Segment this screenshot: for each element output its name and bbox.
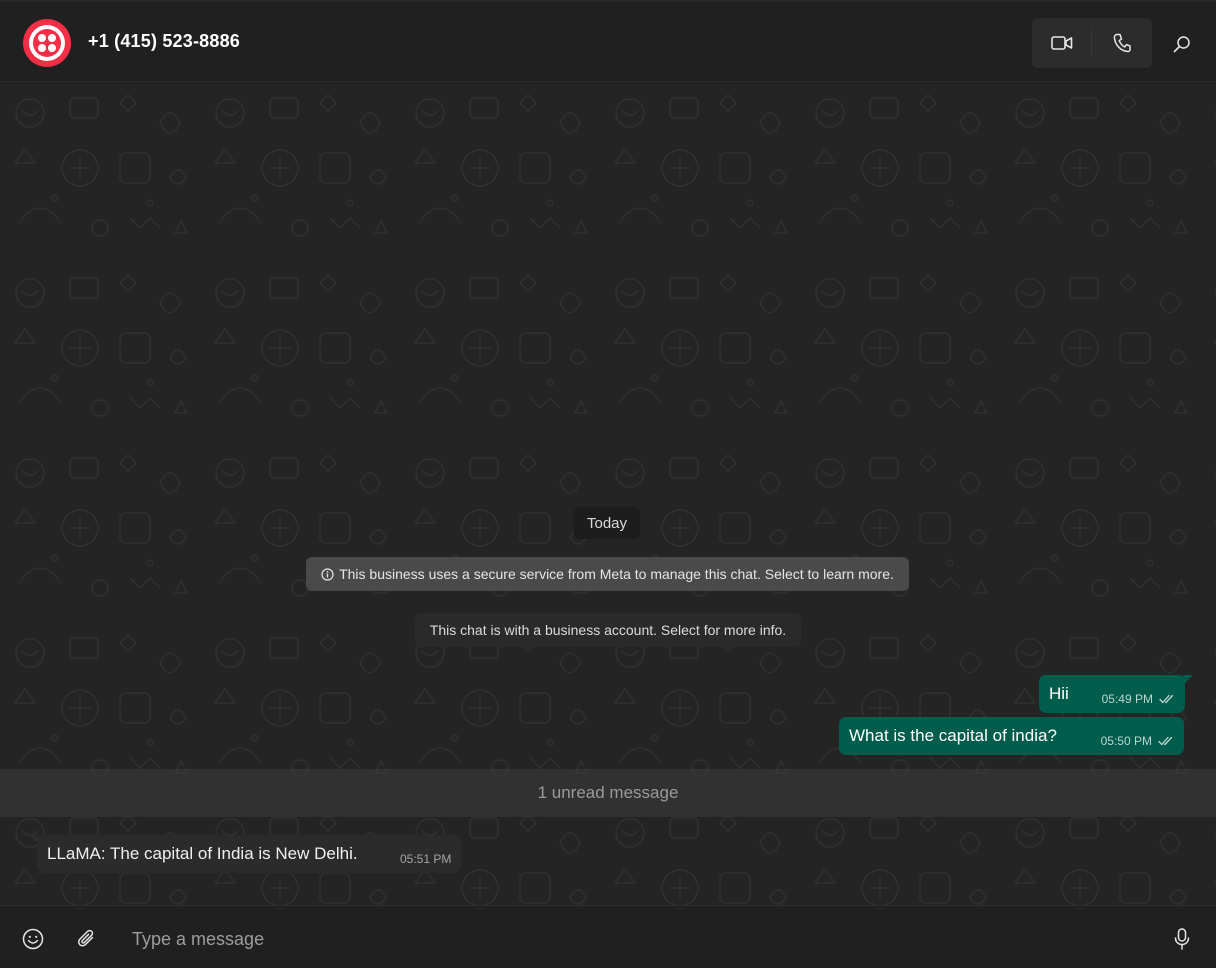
logo-dot <box>48 34 56 42</box>
voice-call-icon <box>1113 33 1131 53</box>
voice-call-button[interactable] <box>1092 18 1152 68</box>
message-time: 05:50 PM <box>1100 734 1152 748</box>
outgoing-message[interactable]: Hii 05:49 PM <box>1039 675 1193 713</box>
message-meta: 05:50 PM <box>1101 734 1174 748</box>
message-input[interactable] <box>120 920 1150 958</box>
meta-security-notice[interactable]: This business uses a secure service from… <box>306 557 909 591</box>
search-icon <box>1173 36 1190 53</box>
chat-area[interactable]: Today This business uses a secure servic… <box>0 83 1216 905</box>
message-text: LLaMA: The capital of India is New Delhi… <box>47 844 358 863</box>
attach-button[interactable] <box>71 923 103 955</box>
voice-message-button[interactable] <box>1166 923 1198 955</box>
business-account-notice[interactable]: This chat is with a business account. Se… <box>415 613 801 647</box>
message-text: What is the capital of india? <box>849 726 1057 745</box>
contact-title[interactable]: +1 (415) 523-8886 <box>88 31 240 52</box>
message-meta: 05:49 PM <box>1102 692 1175 706</box>
call-button-group <box>1032 18 1152 68</box>
notice-text: This business uses a secure service from… <box>339 566 894 582</box>
microphone-icon <box>1174 928 1190 950</box>
chat-header: +1 (415) 523-8886 <box>0 0 1216 82</box>
outgoing-message[interactable]: What is the capital of india? 05:50 PM <box>839 717 1184 755</box>
video-call-icon <box>1051 36 1073 50</box>
attach-icon <box>77 929 94 947</box>
unread-divider: 1 unread message <box>0 769 1216 817</box>
double-check-icon <box>1159 694 1174 704</box>
avatar-logo-inner <box>33 29 61 57</box>
emoji-button[interactable] <box>17 923 49 955</box>
message-composer <box>0 905 1216 968</box>
message-time: 05:49 PM <box>1101 692 1153 706</box>
date-separator: Today <box>574 507 640 539</box>
message-text: Hii <box>1049 684 1069 703</box>
logo-dot <box>48 44 56 52</box>
emoji-icon <box>22 928 44 950</box>
incoming-message[interactable]: LLaMA: The capital of India is New Delhi… <box>29 835 461 873</box>
double-check-icon <box>1158 736 1173 746</box>
logo-dot <box>38 34 46 42</box>
avatar-logo-ring <box>29 25 65 61</box>
logo-dot <box>38 44 46 52</box>
info-icon <box>321 567 334 581</box>
search-button[interactable] <box>1166 28 1198 60</box>
video-call-button[interactable] <box>1032 18 1092 68</box>
avatar[interactable] <box>23 19 71 67</box>
message-time: 05:51 PM <box>400 852 452 866</box>
